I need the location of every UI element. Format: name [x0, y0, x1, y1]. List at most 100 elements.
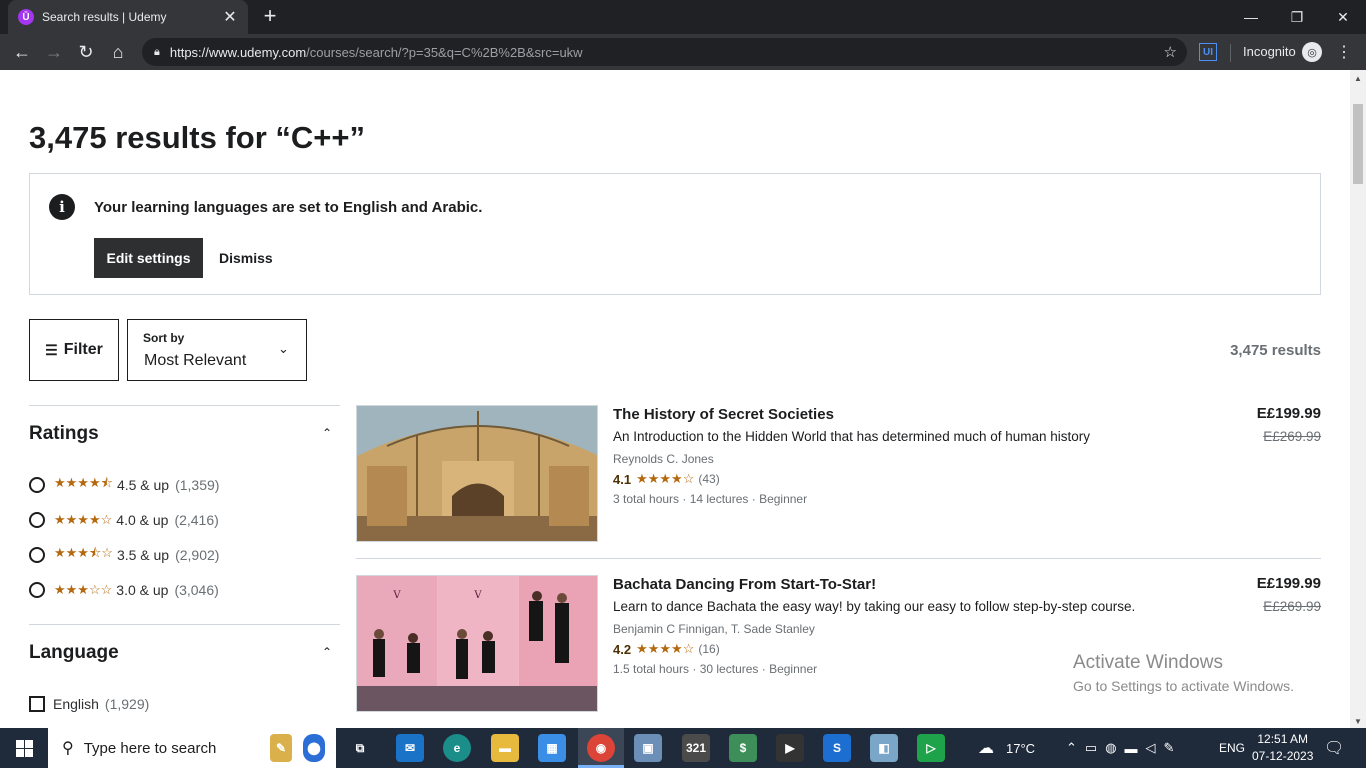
clock[interactable]: 12:51 AM 07-12-2023 [1252, 728, 1313, 768]
scroll-up-icon[interactable]: ▲ [1354, 74, 1362, 83]
mail-icon[interactable]: ✉ [396, 734, 424, 762]
volume-icon[interactable]: ◁ [1146, 740, 1164, 756]
pen-icon[interactable]: ✎ [1164, 740, 1183, 756]
tab-udemy[interactable]: Ū Search results | Udemy ✕ [8, 0, 248, 34]
task-view-icon[interactable]: ⧉ [346, 734, 374, 762]
activate-windows-watermark: Activate Windows Go to Settings to activ… [1073, 652, 1294, 694]
course-meta: 3 total hours · 14 lectures · Beginner [613, 492, 808, 506]
calendar-app-icon[interactable]: 321 [682, 734, 710, 762]
course-title[interactable]: Bachata Dancing From Start-To-Star! [613, 576, 876, 593]
windows-logo-icon [15, 739, 33, 757]
network-icon[interactable]: ▭ [1085, 740, 1105, 756]
s-app-icon[interactable]: S [823, 734, 851, 762]
scroll-thumb[interactable] [1353, 104, 1363, 184]
rating-option[interactable]: ★★★⯪☆ 3.5 & up (2,902) [29, 545, 219, 565]
info-icon: i [49, 194, 75, 220]
rating-label: 3.5 & up [116, 547, 170, 563]
radio-button[interactable] [29, 547, 45, 563]
file-explorer-icon[interactable]: ▬ [491, 734, 519, 762]
location-icon[interactable]: ◍ [1105, 740, 1124, 756]
total-results: 3,475 results [1230, 342, 1321, 359]
dismiss-button[interactable]: Dismiss [219, 250, 273, 266]
radio-button[interactable] [29, 477, 45, 493]
weather-widget[interactable]: ☁ 17°C [978, 728, 1035, 768]
vixen-logo: V [392, 590, 401, 601]
scroll-down-icon[interactable]: ▼ [1354, 717, 1362, 726]
rating-option[interactable]: ★★★★⯪ 4.5 & up (1,359) [29, 475, 219, 495]
back-icon[interactable]: ← [10, 40, 34, 64]
reload-icon[interactable]: ↻ [74, 40, 98, 64]
language-indicator[interactable]: ENG [1219, 728, 1245, 768]
course-author: Benjamin C Finnigan, T. Sade Stanley [613, 622, 815, 636]
weather-temp: 17°C [1006, 740, 1036, 756]
course-rating: 4.1 ★★★★☆ (43) [613, 471, 720, 487]
battery-icon[interactable]: ▬ [1125, 741, 1146, 756]
start-button[interactable] [0, 728, 48, 768]
browser-tabbar: Ū Search results | Udemy ✕ + — ❐ ✕ [0, 0, 1366, 34]
search-highlight-icon: ⬤ [303, 734, 325, 762]
rating-option[interactable]: ★★★☆☆ 3.0 & up (3,046) [29, 580, 219, 600]
notifications-icon[interactable]: 🗨︎ [1324, 728, 1344, 768]
url-host: https://www.udemy.com [169, 44, 307, 60]
radio-button[interactable] [29, 582, 45, 598]
rating-stars-icon: ★★★★⯪ [54, 475, 113, 490]
ratings-heading[interactable]: Ratings [29, 423, 99, 445]
checkbox[interactable] [29, 696, 45, 712]
chrome-icon[interactable]: ◉ [587, 734, 615, 762]
language-heading[interactable]: Language [29, 642, 119, 664]
course-thumbnail[interactable]: V V [356, 575, 598, 712]
filter-button[interactable]: ☰ Filter [29, 319, 119, 381]
system-tray-icons[interactable]: ⌃ ▭ ◍ ▬ ◁ ✎ [1066, 728, 1182, 768]
windows-taskbar: ⚲ Type here to search ✎ ⬤ ⧉ ✉ e ▬ ▦ ◉ ▣ … [0, 728, 1366, 768]
clock-date: 07-12-2023 [1252, 749, 1314, 763]
chevron-up-icon[interactable]: ⌃ [1066, 740, 1085, 756]
course-description: An Introduction to the Hidden World that… [613, 429, 1091, 444]
chevron-down-icon: ⌄ [278, 341, 289, 356]
image-viewer-icon[interactable]: ▣ [634, 734, 662, 762]
watermark-title: Activate Windows [1073, 652, 1223, 673]
course-thumbnail[interactable] [356, 405, 598, 542]
language-notice: i Your learning languages are set to Eng… [29, 173, 1321, 295]
new-tab-icon[interactable]: + [258, 4, 282, 28]
media-player-icon[interactable]: ▶ [776, 734, 804, 762]
close-window-icon[interactable]: ✕ [1320, 0, 1366, 34]
extension-ui-icon[interactable]: UI [1199, 43, 1217, 61]
chevron-up-icon[interactable]: ⌃ [322, 645, 332, 659]
rating-count: (2,902) [175, 547, 220, 563]
store-icon[interactable]: ▦ [538, 734, 566, 762]
course-card[interactable]: The History of Secret Societies An Intro… [356, 405, 1321, 542]
course-author: Reynolds C. Jones [613, 452, 714, 466]
address-bar[interactable]: 🔒︎ https://www.udemy.com/courses/search/… [142, 38, 1187, 66]
chevron-up-icon[interactable]: ⌃ [322, 426, 332, 440]
money-app-icon[interactable]: $ [729, 734, 757, 762]
minimize-icon[interactable]: — [1228, 0, 1274, 34]
language-option[interactable]: English (1,929) [29, 694, 149, 714]
rating-stars-icon: ★★★☆☆ [54, 582, 113, 597]
notice-text: Your learning languages are set to Engli… [94, 199, 483, 216]
forward-icon[interactable]: → [42, 40, 66, 64]
notes-app-icon[interactable]: ◧ [870, 734, 898, 762]
bookmark-star-icon[interactable]: ☆ [1164, 43, 1177, 61]
sidebar-divider [29, 405, 340, 406]
restore-icon[interactable]: ❐ [1274, 0, 1320, 34]
course-old-price: E£269.99 [1263, 599, 1321, 614]
play-app-icon[interactable]: ▷ [917, 734, 945, 762]
rating-stars-icon: ★★★★☆ [636, 471, 695, 486]
rating-count: (2,416) [174, 512, 219, 528]
edit-settings-button[interactable]: Edit settings [94, 238, 203, 278]
edge-icon[interactable]: e [443, 734, 471, 762]
close-tab-icon[interactable]: ✕ [222, 7, 238, 27]
results-heading: 3,475 results for “C++” [29, 120, 365, 155]
rating-option[interactable]: ★★★★☆ 4.0 & up (2,416) [29, 510, 219, 530]
browser-menu-icon[interactable]: ⋮ [1336, 42, 1352, 62]
rating-stars-icon: ★★★⯪☆ [54, 545, 113, 560]
page-scrollbar[interactable]: ▲ ▼ [1350, 70, 1366, 728]
course-price: E£199.99 [1256, 405, 1321, 422]
taskbar-search[interactable]: ⚲ Type here to search [48, 728, 336, 768]
rating-stars-icon: ★★★★☆ [636, 641, 695, 656]
radio-button[interactable] [29, 512, 45, 528]
course-title[interactable]: The History of Secret Societies [613, 406, 834, 423]
home-icon[interactable]: ⌂ [106, 40, 130, 64]
incognito-icon[interactable]: ◎ [1302, 42, 1322, 62]
sort-select[interactable]: Sort by Most Relevant ⌄ [127, 319, 307, 381]
